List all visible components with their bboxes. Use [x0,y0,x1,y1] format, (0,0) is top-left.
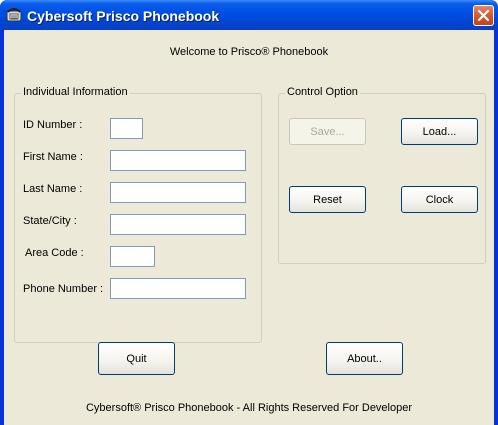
clock-button[interactable]: Clock [401,186,478,213]
state-city-field[interactable] [110,214,246,235]
reset-button[interactable]: Reset [289,186,366,213]
state-city-label: State/City : [23,215,77,227]
id-number-field[interactable] [110,118,143,139]
save-button[interactable]: Save... [289,118,366,145]
about-button[interactable]: About.. [326,342,403,375]
last-name-field[interactable] [110,182,246,203]
welcome-text: Welcome to Prisco® Phonebook [169,46,329,58]
area-code-field[interactable] [110,246,155,267]
quit-button[interactable]: Quit [98,342,175,375]
window-title: Cybersoft Prisco Phonebook [27,8,220,24]
area-code-label: Area Code : [25,247,84,259]
first-name-field[interactable] [110,150,246,171]
control-option-group: Control Option Save... Load... Reset Clo… [278,86,486,264]
close-icon [477,9,490,22]
id-number-label: ID Number : [23,119,83,131]
control-option-title: Control Option [285,86,360,98]
app-window: Cybersoft Prisco Phonebook Welcome to Pr… [0,0,498,425]
first-name-label: First Name : [23,151,83,163]
window-border-right [494,30,498,425]
phone-number-field[interactable] [110,278,246,299]
footer-text: Cybersoft® Prisco Phonebook - All Rights… [85,402,413,414]
individual-info-group: Individual Information ID Number : First… [14,86,262,343]
individual-info-title: Individual Information [21,86,130,98]
phone-number-label: Phone Number : [23,283,104,295]
last-name-label: Last Name : [23,183,83,195]
close-button[interactable] [473,5,494,26]
client-area: Welcome to Prisco® Phonebook Individual … [4,30,494,425]
phone-icon [6,6,22,22]
load-button[interactable]: Load... [401,118,478,145]
title-bar[interactable]: Cybersoft Prisco Phonebook [0,0,498,30]
